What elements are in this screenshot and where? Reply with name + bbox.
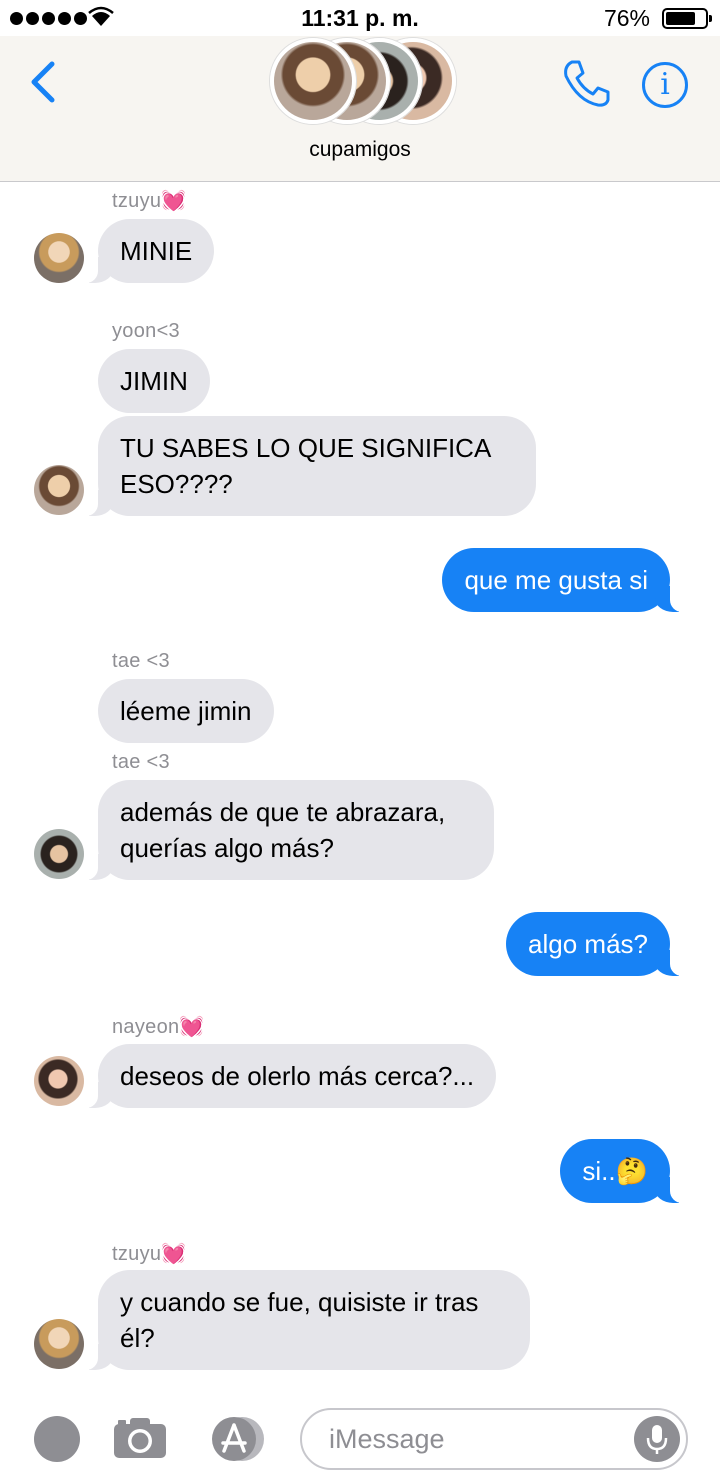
back-chevron-icon[interactable] bbox=[26, 58, 60, 106]
status-bar: 11:31 p. m. 76% bbox=[0, 0, 720, 36]
microphone-icon[interactable] bbox=[634, 1416, 680, 1462]
sender-name: tzuyu💓 bbox=[112, 190, 187, 212]
sender-name: yoon<3 bbox=[112, 320, 180, 342]
sender-name: nayeon💓 bbox=[112, 1016, 205, 1038]
sender-avatar[interactable] bbox=[34, 1319, 84, 1369]
mic-glyph bbox=[646, 1425, 668, 1454]
outgoing-message-bubble[interactable]: si..🤔 bbox=[560, 1139, 692, 1203]
battery-fill bbox=[666, 12, 695, 25]
incoming-message-bubble[interactable]: y cuando se fue, quisiste ir tras él? bbox=[76, 1270, 530, 1370]
incoming-message-bubble[interactable]: léeme jimin bbox=[98, 679, 274, 743]
app-store-icon[interactable] bbox=[206, 1416, 270, 1462]
digital-touch-icon[interactable] bbox=[34, 1416, 80, 1462]
sender-avatar[interactable] bbox=[34, 465, 84, 515]
outgoing-message-bubble[interactable]: que me gusta si bbox=[442, 548, 692, 612]
camera-icon[interactable] bbox=[112, 1416, 168, 1460]
incoming-message-bubble[interactable]: deseos de olerlo más cerca?... bbox=[75, 1044, 497, 1108]
info-icon[interactable]: i bbox=[642, 62, 688, 108]
sender-name: tae <3 bbox=[112, 650, 170, 672]
sender-avatar[interactable] bbox=[34, 233, 84, 283]
group-member-avatar bbox=[270, 38, 356, 124]
sender-avatar[interactable] bbox=[34, 829, 84, 879]
battery-percent: 76% bbox=[603, 5, 650, 31]
imessage-input[interactable] bbox=[300, 1408, 688, 1470]
conversation-header: cupamigos i bbox=[0, 36, 720, 182]
sender-name: tzuyu💓 bbox=[112, 1243, 187, 1265]
phone-icon[interactable] bbox=[562, 58, 610, 108]
outgoing-message-bubble[interactable]: algo más? bbox=[506, 912, 692, 976]
group-name[interactable]: cupamigos bbox=[0, 138, 720, 162]
incoming-message-bubble[interactable]: MINIE bbox=[75, 219, 215, 283]
incoming-message-bubble[interactable]: TU SABES LO QUE SIGNIFICA ESO???? bbox=[76, 416, 536, 516]
sender-avatar[interactable] bbox=[34, 1056, 84, 1106]
sender-name: tae <3 bbox=[112, 751, 170, 773]
message-list: tzuyu💓 MINIE yoon<3 JIMIN TU SABES LO QU… bbox=[0, 183, 720, 1393]
group-avatar-stack[interactable] bbox=[270, 38, 460, 126]
incoming-message-bubble[interactable]: JIMIN bbox=[98, 349, 210, 413]
compose-bar bbox=[0, 1394, 720, 1480]
battery-icon bbox=[662, 8, 712, 29]
incoming-message-bubble[interactable]: además de que te abrazara, querías algo … bbox=[76, 780, 494, 880]
